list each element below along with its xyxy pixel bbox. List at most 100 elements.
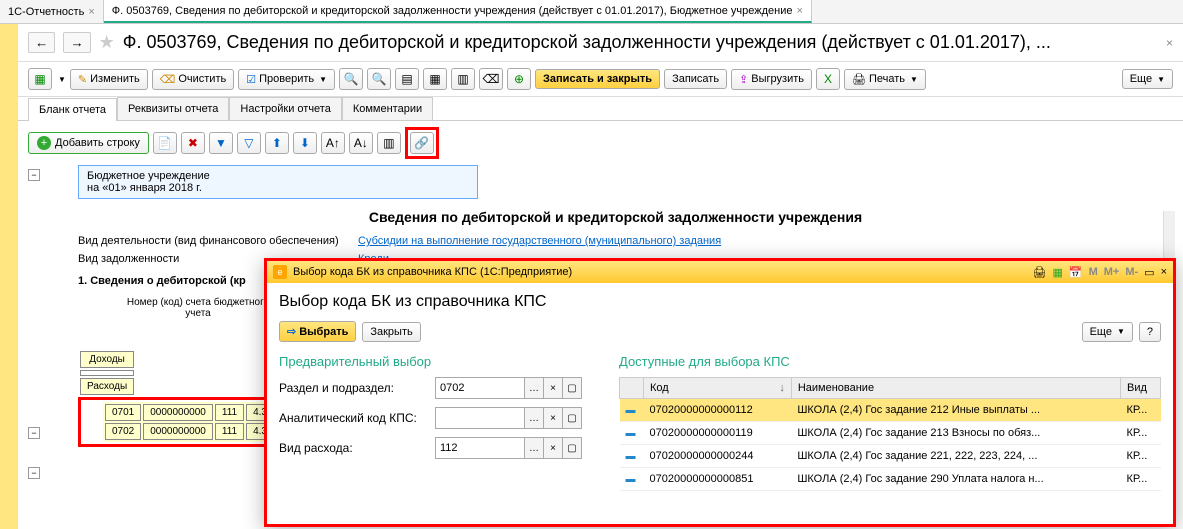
new-dropdown[interactable]: ▼ bbox=[58, 75, 66, 84]
tab-comments[interactable]: Комментарии bbox=[342, 97, 433, 120]
col-type[interactable]: Вид bbox=[1121, 378, 1161, 399]
button-label: Проверить bbox=[259, 73, 314, 85]
m-minus-button[interactable]: M- bbox=[1125, 266, 1138, 278]
sort-desc-icon[interactable]: A↓ bbox=[349, 132, 373, 154]
tab-req[interactable]: Реквизиты отчета bbox=[117, 97, 229, 120]
table-row[interactable]: ▬ 07020000000000851 ШКОЛА (2,4) Гос зада… bbox=[620, 468, 1161, 491]
table-row[interactable]: ▬ 07020000000000112 ШКОЛА (2,4) Гос зада… bbox=[620, 399, 1161, 422]
move-up-icon[interactable]: ⬆ bbox=[265, 132, 289, 154]
excel-icon[interactable]: X bbox=[816, 68, 840, 90]
close-page-icon[interactable]: × bbox=[1166, 36, 1173, 50]
cell[interactable]: 0000000000 bbox=[143, 423, 213, 440]
forward-button[interactable]: → bbox=[63, 32, 90, 53]
columns-icon[interactable]: ▥ bbox=[377, 132, 401, 154]
tool-icon-3[interactable]: ▥ bbox=[451, 68, 475, 90]
choose-icon[interactable]: … bbox=[524, 407, 544, 429]
button-label: Печать bbox=[869, 73, 905, 85]
tool-icon-1[interactable]: ▤ bbox=[395, 68, 419, 90]
close-dialog-icon[interactable]: × bbox=[1161, 266, 1167, 278]
cell-name: ШКОЛА (2,4) Гос задание 221, 222, 223, 2… bbox=[791, 445, 1120, 468]
check-button[interactable]: ☑Проверить▼ bbox=[238, 69, 335, 90]
tab-blank[interactable]: Бланк отчета bbox=[28, 98, 117, 121]
link-icon[interactable]: 🔗 bbox=[410, 132, 434, 154]
zoom-in-icon[interactable]: 🔍 bbox=[339, 68, 363, 90]
add-row-button[interactable]: +Добавить строку bbox=[28, 132, 149, 154]
m-button[interactable]: M bbox=[1089, 266, 1098, 278]
delete-row-icon[interactable]: ✖ bbox=[181, 132, 205, 154]
tab-form-0503769[interactable]: Ф. 0503769, Сведения по дебиторской и кр… bbox=[104, 0, 812, 23]
zoom-out-icon[interactable]: 🔍 bbox=[367, 68, 391, 90]
new-icon[interactable]: ▦ bbox=[28, 68, 52, 90]
app-icon: e bbox=[273, 265, 287, 279]
back-button[interactable]: ← bbox=[28, 32, 55, 53]
close-icon[interactable]: × bbox=[797, 5, 803, 17]
choose-icon[interactable]: … bbox=[524, 377, 544, 399]
row-toolbar: +Добавить строку 📄 ✖ ▼ ▽ ⬆ ⬇ A↑ A↓ ▥ 🔗 bbox=[18, 120, 1183, 165]
cell[interactable]: 111 bbox=[215, 423, 244, 440]
minimize-icon[interactable]: ▭ bbox=[1144, 266, 1154, 279]
close-button[interactable]: Закрыть bbox=[362, 322, 420, 342]
analytic-input[interactable] bbox=[435, 407, 525, 429]
cell[interactable]: 0702 bbox=[105, 423, 141, 440]
tab-1c-report[interactable]: 1С-Отчетность × bbox=[0, 0, 104, 23]
tree-toggle[interactable]: − bbox=[28, 467, 40, 479]
tree-toggle[interactable]: − bbox=[28, 169, 40, 181]
more-button[interactable]: Еще▼ bbox=[1082, 322, 1133, 342]
table-row[interactable]: ▬ 07020000000000119 ШКОЛА (2,4) Гос зада… bbox=[620, 422, 1161, 445]
more-button[interactable]: Еще▼ bbox=[1122, 69, 1173, 89]
print-button[interactable]: 🖨Печать▼ bbox=[844, 69, 926, 90]
choose-icon[interactable]: … bbox=[524, 437, 544, 459]
row-icon: ▬ bbox=[626, 451, 636, 462]
clear-icon[interactable]: × bbox=[543, 407, 563, 429]
open-icon[interactable]: ▢ bbox=[562, 377, 582, 399]
help-button[interactable]: ? bbox=[1139, 322, 1161, 342]
close-icon[interactable]: × bbox=[88, 6, 94, 18]
export-button[interactable]: ⇪Выгрузить bbox=[731, 69, 812, 90]
clear-icon[interactable]: × bbox=[543, 377, 563, 399]
section-input[interactable] bbox=[435, 377, 525, 399]
row-expense: Расходы bbox=[80, 378, 134, 395]
move-down-icon[interactable]: ⬇ bbox=[293, 132, 317, 154]
filter-icon[interactable]: ▼ bbox=[209, 132, 233, 154]
cell[interactable]: 111 bbox=[215, 404, 244, 421]
button-label: Выгрузить bbox=[751, 73, 804, 85]
open-icon[interactable]: ▢ bbox=[562, 407, 582, 429]
activity-value[interactable]: Субсидии на выполнение государственного … bbox=[358, 235, 721, 247]
sort-asc-icon[interactable]: A↑ bbox=[321, 132, 345, 154]
main-toolbar: ▦ ▼ ✎Изменить ⌫Очистить ☑Проверить▼ 🔍 🔍 … bbox=[18, 62, 1183, 97]
app-tabs: 1С-Отчетность × Ф. 0503769, Сведения по … bbox=[0, 0, 1183, 24]
available-title: Доступные для выбора КПС bbox=[619, 354, 1161, 369]
open-icon[interactable]: ▢ bbox=[562, 437, 582, 459]
print-icon[interactable]: 🖨 bbox=[1032, 266, 1046, 279]
save-close-button[interactable]: Записать и закрыть bbox=[535, 69, 660, 89]
copy-row-icon[interactable]: 📄 bbox=[153, 132, 177, 154]
expense-label: Вид расхода: bbox=[279, 441, 429, 455]
tool-icon-4[interactable]: ⌫ bbox=[479, 68, 503, 90]
cell[interactable]: 0000000000 bbox=[143, 404, 213, 421]
col-name[interactable]: Наименование bbox=[791, 378, 1120, 399]
save-button[interactable]: Записать bbox=[664, 69, 727, 89]
table-row[interactable]: ▬ 07020000000000244 ШКОЛА (2,4) Гос зада… bbox=[620, 445, 1161, 468]
highlighted-rows: 070100000000001114.3 070200000000001114.… bbox=[78, 397, 281, 447]
data-rows-table[interactable]: 070100000000001114.3 070200000000001114.… bbox=[103, 402, 276, 442]
m-plus-button[interactable]: M+ bbox=[1104, 266, 1120, 278]
expense-input[interactable] bbox=[435, 437, 525, 459]
calendar-icon[interactable]: 📅 bbox=[1069, 266, 1083, 279]
star-icon[interactable]: ★ bbox=[99, 32, 115, 53]
tool-icon-5[interactable]: ⊕ bbox=[507, 68, 531, 90]
tab-settings[interactable]: Настройки отчета bbox=[229, 97, 341, 120]
clear-button[interactable]: ⌫Очистить bbox=[152, 69, 234, 90]
clear-icon[interactable]: × bbox=[543, 437, 563, 459]
cell-code: 07020000000000119 bbox=[644, 422, 792, 445]
col-code[interactable]: Код↓ bbox=[644, 378, 792, 399]
filter-off-icon[interactable]: ▽ bbox=[237, 132, 261, 154]
tree-toggle[interactable]: − bbox=[28, 427, 40, 439]
col-icon[interactable] bbox=[620, 378, 644, 399]
tool-icon-2[interactable]: ▦ bbox=[423, 68, 447, 90]
grid-icon[interactable]: ▦ bbox=[1052, 266, 1062, 279]
button-label: Добавить строку bbox=[55, 137, 140, 149]
edit-button[interactable]: ✎Изменить bbox=[70, 69, 148, 90]
select-button[interactable]: ⇨ Выбрать bbox=[279, 321, 356, 342]
button-label: Очистить bbox=[178, 73, 226, 85]
cell[interactable]: 0701 bbox=[105, 404, 141, 421]
